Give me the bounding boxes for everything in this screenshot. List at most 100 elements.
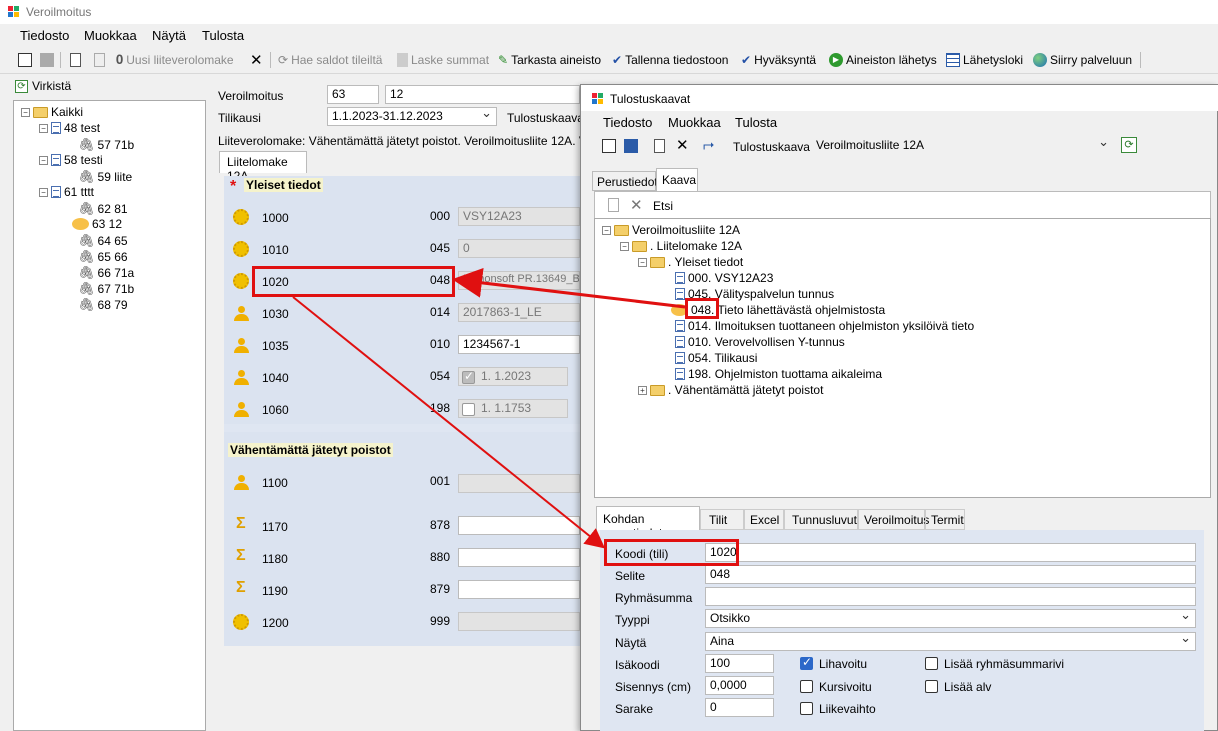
save-file-button[interactable]: ✔ Tallenna tiedostoon [612,51,728,69]
tree-node-root[interactable]: − Kaikki [21,105,83,119]
refresh-tree-label: Virkistä [32,79,72,93]
fetch-balances-button[interactable]: ⟳ Hae saldot tileiltä [278,51,382,69]
date-checkbox[interactable] [462,403,475,416]
ryhmasumma-field[interactable] [705,587,1196,606]
row-value-field[interactable]: Lemonsoft PR.13649_Bu [458,271,580,290]
veroilmoitus-id-field[interactable]: 63 [327,85,379,104]
tree-node-65[interactable]: 🖇 65 66 [78,249,128,265]
tree-node-59[interactable]: 🖇 59 liite [78,169,132,185]
refresh-icon[interactable]: ⟳ [1121,137,1137,153]
tree-node-vahentamatta[interactable]: +. Vähentämättä jätetyt poistot [638,383,823,397]
approve-button[interactable]: ✔ Hyväksyntä [741,51,816,69]
tyyppi-select[interactable]: Otsikko [705,609,1196,628]
tree-item-014[interactable]: 014. Ilmoituksen tuottaneen ohjelmiston … [675,319,974,333]
tab-excel[interactable]: Excel [744,509,784,530]
row-value-field[interactable]: 2017863-1_LE [458,303,580,322]
menu-nayta[interactable]: Näytä [152,28,186,43]
tab-tunnusluvut[interactable]: Tunnusluvut [784,509,858,530]
delete-icon[interactable]: ✕ [630,196,643,214]
tree-item-000[interactable]: 000. VSY12A23 [675,271,773,285]
tab-kohdan-perustiedot[interactable]: Kohdan perustiedot [596,506,700,540]
koodi-field[interactable]: 1020 [705,543,1196,562]
find-button[interactable]: Etsi [653,199,673,213]
tree-item-010[interactable]: 010. Verovelvollisen Y-tunnus [675,335,845,349]
row-value-field[interactable]: VSY12A23 [458,207,580,226]
tree-node-63-selected[interactable]: 63 12 [72,217,122,231]
row-value-field[interactable] [458,474,580,493]
tree-node-68[interactable]: 🖇 68 79 [78,297,128,313]
tree-node-66[interactable]: 🖇 66 71a [78,265,134,281]
tree-node-yleiset[interactable]: −. Yleiset tiedot [638,255,743,269]
tree-node-58[interactable]: −58 testi [39,153,103,167]
menu-tulosta[interactable]: Tulosta [202,28,244,43]
row-value-field[interactable] [458,548,580,567]
edit-icon[interactable] [602,139,616,153]
delete-button[interactable]: ✕ [250,51,263,69]
row-value-field[interactable]: 1234567-1 [458,335,580,354]
dlg-menu-muokkaa[interactable]: Muokkaa [668,115,721,130]
tree-item-198[interactable]: 198. Ohjelmiston tuottama aikaleima [675,367,882,381]
check-material-button[interactable]: ✎ Tarkasta aineisto [498,51,601,69]
send-log-button[interactable]: Lähetysloki [946,51,1023,69]
tree-node-48[interactable]: −48 test [39,121,100,135]
required-star: * [230,178,237,195]
sisennys-field[interactable]: 0,0000 [705,676,774,695]
hierarchy-icon[interactable]: ⮣ [703,136,714,153]
date-checkbox[interactable] [462,369,475,384]
save-button[interactable] [40,51,54,69]
sarake-field[interactable]: 0 [705,698,774,717]
selected-bullet-icon [72,218,89,230]
lisaa-ryhmasummarivi-checkbox[interactable] [925,657,938,670]
check-material-label: Tarkasta aineisto [511,53,602,67]
lisaa-alv-checkbox[interactable] [925,680,938,693]
tree-node-57[interactable]: 🖇 57 71b [78,137,134,153]
row-field: 010 [430,337,451,351]
go-service-button[interactable]: Siirry palveluun [1033,51,1132,69]
tab-termit[interactable]: Termit [925,509,965,530]
new-doc-button[interactable] [70,51,81,69]
tree-node-64[interactable]: 🖇 64 65 [78,233,128,249]
sum-icon: Σ [236,579,246,596]
lihavoitu-checkbox[interactable] [800,655,813,670]
tab-perustiedot[interactable]: Perustiedot [592,171,658,191]
tab-liitelomake[interactable]: Liitelomake 12A [219,151,307,183]
close-x-icon[interactable]: ✕ [676,136,689,154]
refresh-tree-button[interactable]: ⟳ Virkistä [15,79,71,93]
row-value-field[interactable] [458,580,580,599]
menu-tiedosto[interactable]: Tiedosto [20,28,69,43]
tab-kaava[interactable]: Kaava [656,168,698,191]
selite-field[interactable]: 048 [705,565,1196,584]
veroilmoitus-code-field[interactable]: 12 [385,85,580,104]
row-field: 880 [430,550,451,564]
dlg-menu-tiedosto[interactable]: Tiedosto [603,115,652,130]
liikevaihto-checkbox[interactable] [800,702,813,715]
tree-node-liitelomake[interactable]: −. Liitelomake 12A [620,239,742,253]
tree-root-veroilmoitusliite[interactable]: − Veroilmoitusliite 12A [602,223,740,237]
copy-button[interactable] [94,51,105,69]
tree-node-67[interactable]: 🖇 67 71b [78,281,134,297]
row-value-field[interactable]: 0 [458,239,580,258]
tree-node-61[interactable]: −61 tttt [39,185,94,199]
nayta-select[interactable]: Aina [705,632,1196,651]
new-form-button[interactable]: 𝟎 Uusi liiteverolomake [116,51,234,69]
row-field: 014 [430,305,451,319]
row-value-field[interactable] [458,612,580,631]
dlg-tulostuskaava-label: Tulostuskaava [733,140,810,154]
kursivoitu-checkbox[interactable] [800,680,813,693]
dlg-menu-tulosta[interactable]: Tulosta [735,115,777,130]
edit-button[interactable] [18,51,32,69]
new-doc-icon[interactable] [608,198,619,212]
tulostuskaava-select[interactable]: Veroilmoitusliite 12A [811,136,1114,155]
menu-muokkaa[interactable]: Muokkaa [84,28,137,43]
save-disk-icon[interactable] [624,139,638,153]
isakoodi-field[interactable]: 100 [705,654,774,673]
tilikausi-select[interactable]: 1.1.2023-31.12.2023 [327,107,497,126]
tree-node-62[interactable]: 🖇 62 81 [78,201,128,217]
calc-sums-button[interactable]: Laske summat [397,51,489,69]
tab-tilit[interactable]: Tilit [700,509,744,530]
send-material-button[interactable]: ▶ Aineiston lähetys [829,51,937,69]
tab-veroilmoitus[interactable]: Veroilmoitus [858,509,929,530]
row-value-field[interactable] [458,516,580,535]
new-doc-icon[interactable] [654,139,665,153]
tree-item-054[interactable]: 054. Tilikausi [675,351,757,365]
